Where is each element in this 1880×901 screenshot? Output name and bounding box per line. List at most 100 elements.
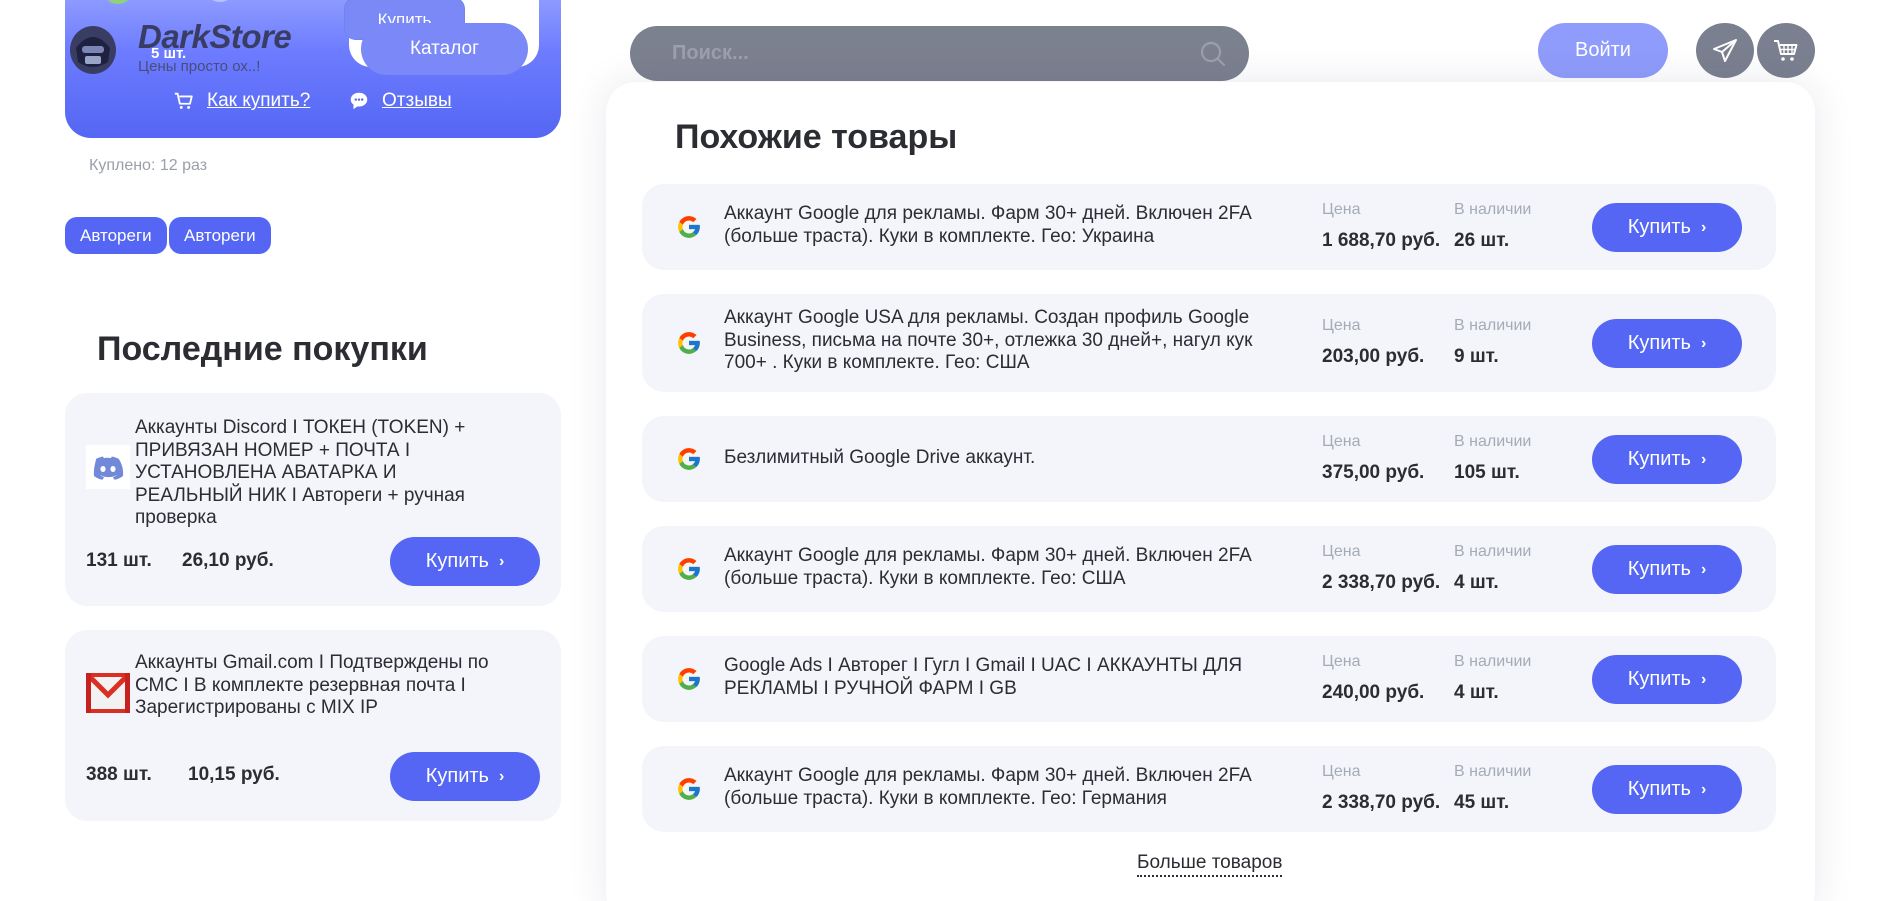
- stock-label: В наличии: [1454, 653, 1532, 670]
- gmail-icon: [86, 673, 130, 713]
- how-to-buy-label: Как купить?: [207, 90, 311, 111]
- buy-button-label: Купить: [1627, 558, 1691, 580]
- more-products-link[interactable]: Больше товаров: [1137, 852, 1283, 877]
- buy-button-label: Купить: [425, 765, 489, 787]
- chevron-right-icon: ›: [1700, 560, 1707, 578]
- tag-autoreg[interactable]: Автореги: [65, 217, 167, 254]
- cart-icon: [1774, 39, 1798, 61]
- product-stock: 26 шт.: [1454, 230, 1510, 251]
- how-to-buy-link[interactable]: Как купить?: [173, 90, 310, 112]
- product-stock: 4 шт.: [1454, 572, 1499, 593]
- cart-button[interactable]: [1757, 23, 1815, 78]
- chevron-right-icon: ›: [1700, 780, 1707, 798]
- recent-item-price: 10,15 руб.: [188, 764, 280, 785]
- recent-item-qty: 131 шт.: [86, 550, 152, 571]
- recent-purchase-card: Аккаунты Discord I ТОКЕН (TOKEN) + ПРИВЯ…: [65, 393, 561, 606]
- google-icon: [676, 776, 702, 802]
- search-bar: [630, 26, 1249, 81]
- buy-button[interactable]: Купить ›: [1592, 435, 1742, 484]
- product-title[interactable]: Аккаунт Google для рекламы. Фарм 30+ дне…: [724, 765, 1264, 810]
- product-title[interactable]: Аккаунт Google для рекламы. Фарм 30+ дне…: [724, 203, 1264, 248]
- chevron-right-icon: ›: [1700, 450, 1707, 468]
- buy-button-label: Купить: [1627, 216, 1691, 238]
- reviews-link[interactable]: Отзывы: [348, 90, 452, 112]
- buy-button-label: Купить: [425, 550, 489, 572]
- price-label: Цена: [1322, 653, 1361, 670]
- chat-bubble-icon: [350, 92, 368, 110]
- buy-button[interactable]: Купить ›: [1592, 765, 1742, 814]
- stock-label: В наличии: [1454, 543, 1532, 560]
- buy-button-label: Купить: [1627, 332, 1691, 354]
- product-price: 240,00 руб.: [1322, 682, 1425, 703]
- price-label: Цена: [1322, 543, 1361, 560]
- google-icon: [676, 666, 702, 692]
- recent-purchases-title: Последние покупки: [97, 330, 428, 368]
- stock-label: В наличии: [1454, 317, 1532, 334]
- reviews-label: Отзывы: [382, 90, 452, 111]
- buy-button[interactable]: Купить ›: [390, 537, 540, 586]
- product-row: Аккаунт Google для рекламы. Фарм 30+ дне…: [642, 184, 1776, 270]
- chevron-right-icon: ›: [1700, 334, 1707, 352]
- chevron-right-icon: ›: [498, 552, 505, 570]
- product-stock: 105 шт.: [1454, 462, 1520, 483]
- product-row: Аккаунт Google для рекламы. Фарм 30+ дне…: [642, 746, 1776, 832]
- recent-item-price: 26,10 руб.: [182, 550, 274, 571]
- product-title[interactable]: Аккаунт Google USA для рекламы. Создан п…: [724, 307, 1264, 375]
- google-icon: [676, 556, 702, 582]
- brand-qty: 5 шт.: [151, 45, 187, 62]
- buy-button[interactable]: Купить ›: [1592, 545, 1742, 594]
- login-button[interactable]: Войти: [1538, 23, 1668, 78]
- buy-button[interactable]: Купить ›: [1592, 655, 1742, 704]
- product-row: Безлимитный Google Drive аккаунт. Цена 375…: [642, 416, 1776, 502]
- product-price: 2 338,70 руб.: [1322, 792, 1441, 813]
- recent-purchase-card: Аккаунты Gmail.com I Подтверждены по СМС…: [65, 630, 561, 821]
- price-label: Цена: [1322, 317, 1361, 334]
- stock-label: В наличии: [1454, 433, 1532, 450]
- product-row: Аккаунт Google USA для рекламы. Создан п…: [642, 294, 1776, 392]
- stock-label: В наличии: [1454, 763, 1532, 780]
- chevron-right-icon: ›: [1700, 670, 1707, 688]
- bought-count: Куплено: 12 раз: [89, 157, 208, 174]
- search-input[interactable]: [672, 26, 1152, 81]
- similar-products-title: Похожие товары: [675, 118, 958, 156]
- google-icon: [676, 214, 702, 240]
- recent-item-title[interactable]: Аккаунты Gmail.com I Подтверждены по СМС…: [135, 652, 499, 720]
- buy-button[interactable]: Купить ›: [1592, 319, 1742, 368]
- price-label: Цена: [1322, 763, 1361, 780]
- similar-products-panel: Похожие товары Аккаунт Google для реклам…: [606, 82, 1815, 901]
- product-title[interactable]: Безлимитный Google Drive аккаунт.: [724, 447, 1264, 470]
- google-icon: [676, 330, 702, 356]
- brand-card: DarkStore Цены просто ох..! 5 шт. Купить…: [65, 0, 561, 138]
- chevron-right-icon: ›: [1700, 218, 1707, 236]
- darkstore-logo-icon: [70, 26, 116, 74]
- google-icon: [676, 446, 702, 472]
- product-row: Google Ads I Автoрег I Гугл I Gmail I UA…: [642, 636, 1776, 722]
- product-title[interactable]: Google Ads I Автoрег I Гугл I Gmail I UA…: [724, 655, 1264, 700]
- catalog-button[interactable]: Каталог: [361, 23, 528, 75]
- buy-button[interactable]: Купить ›: [390, 752, 540, 801]
- product-price: 1 688,70 руб.: [1322, 230, 1441, 251]
- tag-autoregs[interactable]: Автореги: [169, 217, 271, 254]
- discord-icon: [86, 445, 130, 489]
- decor-bubble: [210, 0, 230, 2]
- product-price: 2 338,70 руб.: [1322, 572, 1441, 593]
- product-price: 375,00 руб.: [1322, 462, 1425, 483]
- recent-item-title[interactable]: Аккаунты Discord I ТОКЕН (TOKEN) + ПРИВЯ…: [135, 417, 499, 530]
- product-title[interactable]: Аккаунт Google для рекламы. Фарм 30+ дне…: [724, 545, 1264, 590]
- buy-button-label: Купить: [1627, 778, 1691, 800]
- paper-plane-icon: [1713, 38, 1737, 62]
- stock-label: В наличии: [1454, 201, 1532, 218]
- product-row: Аккаунт Google для рекламы. Фарм 30+ дне…: [642, 526, 1776, 612]
- telegram-button[interactable]: [1696, 23, 1754, 78]
- buy-button[interactable]: Купить ›: [1592, 203, 1742, 252]
- product-price: 203,00 руб.: [1322, 346, 1425, 367]
- price-label: Цена: [1322, 201, 1361, 218]
- decor-bubble: [107, 0, 129, 4]
- buy-button-label: Купить: [1627, 668, 1691, 690]
- buy-button-label: Купить: [1627, 448, 1691, 470]
- recent-item-qty: 388 шт.: [86, 764, 152, 785]
- product-stock: 9 шт.: [1454, 346, 1499, 367]
- search-icon[interactable]: [1199, 40, 1227, 68]
- product-stock: 4 шт.: [1454, 682, 1499, 703]
- chevron-right-icon: ›: [498, 767, 505, 785]
